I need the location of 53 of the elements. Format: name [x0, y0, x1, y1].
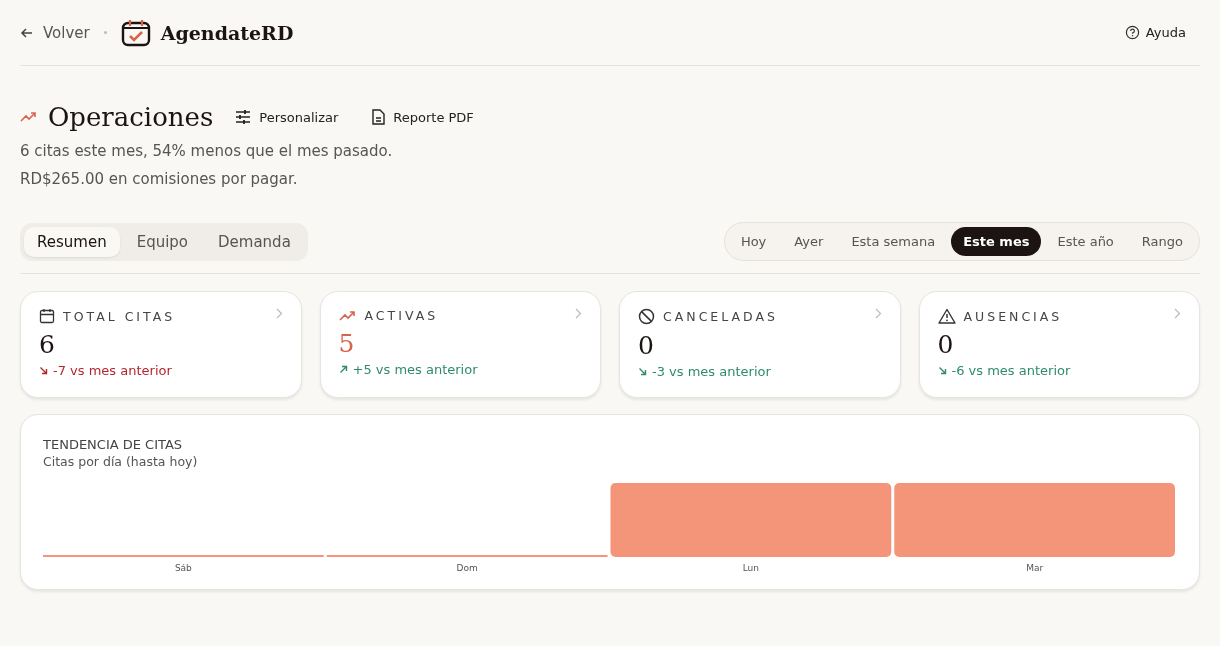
- tab[interactable]: Equipo: [123, 226, 202, 257]
- metric-value: 0: [937, 330, 955, 359]
- brand-name: AgendateRD: [160, 21, 294, 44]
- axis-label: Mar: [1026, 563, 1044, 573]
- period-option[interactable]: Ayer: [782, 227, 836, 256]
- document-icon: [372, 109, 386, 125]
- action-button[interactable]: Reporte PDF: [372, 109, 474, 125]
- metric-label: TOTAL CITAS: [63, 308, 176, 324]
- metric-change: +5 vs mes anterior: [352, 362, 478, 377]
- metric-label: AUSENCIAS: [963, 308, 1063, 324]
- chart-subtitle: Citas por día (hasta hoy): [43, 454, 199, 469]
- summary-text: 6 citas este mes, 54% menos que el mes pasado.: [20, 142, 394, 160]
- chart-title: TENDENCIA DE CITAS: [43, 437, 184, 452]
- ban-icon: [638, 308, 655, 325]
- metric-change: -6 vs mes anterior: [951, 363, 1071, 378]
- back-link[interactable]: Volver: [20, 23, 90, 42]
- metric-card[interactable]: TOTAL CITAS 6 -7 vs mes anterior: [20, 291, 302, 398]
- metric-label: CANCELADAS: [663, 309, 778, 324]
- arrow-left-icon: [20, 25, 34, 40]
- metric-card[interactable]: ACTIVAS 5 +5 vs mes anterior: [319, 291, 601, 398]
- calendar-check-icon: [120, 18, 151, 47]
- summary-text: RD$265.00 en comisiones por pagar.: [20, 170, 299, 188]
- axis-label: Lun: [742, 563, 759, 573]
- period-option[interactable]: Este año: [1045, 227, 1126, 256]
- metric-card[interactable]: CANCELADAS 0 -3 vs mes anterior: [619, 291, 901, 398]
- sliders-icon: [235, 110, 252, 124]
- trend-up-icon: [338, 309, 357, 322]
- chevron-right-icon: [874, 308, 882, 319]
- metric-value: 0: [638, 331, 655, 360]
- metric-card[interactable]: AUSENCIAS 0 -6 vs mes anterior: [918, 291, 1200, 398]
- period-option[interactable]: Rango: [1129, 227, 1195, 256]
- metric-value: 6: [39, 330, 56, 359]
- chevron-right-icon: [275, 308, 283, 319]
- period-option[interactable]: Hoy: [728, 227, 779, 256]
- tab[interactable]: Demanda: [205, 226, 304, 257]
- warning-icon: [937, 308, 956, 324]
- page-title: Operaciones: [48, 102, 214, 132]
- period-option[interactable]: Esta semana: [839, 227, 948, 256]
- axis-label: Sáb: [174, 563, 192, 573]
- action-button[interactable]: Personalizar: [235, 109, 339, 125]
- help-icon: [1124, 25, 1140, 40]
- trend-up-icon: [20, 111, 38, 123]
- chevron-right-icon: [1174, 308, 1181, 319]
- axis-label: Dom: [456, 563, 478, 573]
- tab[interactable]: Resumen: [24, 226, 120, 257]
- metric-change: -3 vs mes anterior: [652, 364, 771, 379]
- calendar-icon: [39, 308, 55, 324]
- metric-value: 5: [338, 329, 356, 358]
- help-button[interactable]: Ayuda: [1124, 25, 1186, 40]
- metric-label: ACTIVAS: [364, 308, 439, 323]
- chevron-right-icon: [575, 308, 582, 319]
- period-option[interactable]: Este mes: [951, 227, 1042, 256]
- metric-change: -7 vs mes anterior: [53, 363, 172, 378]
